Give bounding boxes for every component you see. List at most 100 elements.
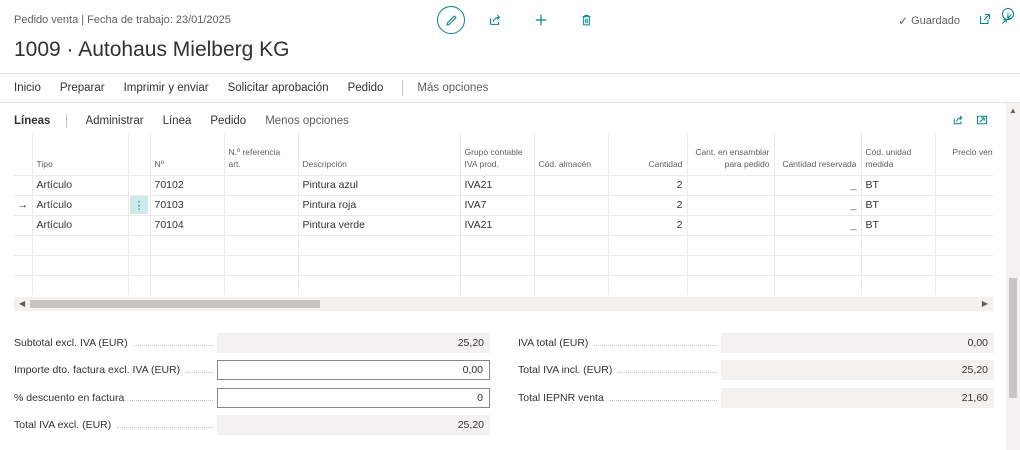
cell-precio[interactable]: 4,	[935, 174, 993, 195]
cell-ensamblar[interactable]	[687, 174, 775, 195]
lines-separator	[66, 114, 68, 128]
total-incl-value: 25,20	[721, 360, 994, 380]
cell-cantidad[interactable]: 2	[608, 194, 688, 215]
cell-no[interactable]: 70102	[150, 174, 225, 195]
subtotal-label: Subtotal excl. IVA (EUR)	[14, 333, 219, 353]
col-cantidad[interactable]: Cantidad	[608, 133, 688, 175]
col-no[interactable]: Nº	[150, 133, 225, 175]
col-select	[14, 133, 33, 175]
cell-ref[interactable]	[224, 174, 299, 195]
lines-action-administrar[interactable]: Administrar	[85, 115, 143, 127]
cell-tipo[interactable]: Artículo	[32, 174, 129, 195]
col-ref[interactable]: N.º referencia art.	[224, 133, 299, 175]
col-ensamblar[interactable]: Cant. en ensamblar para pedido	[687, 133, 775, 175]
cell-descripcion[interactable]: Pintura roja	[298, 194, 461, 215]
empty-row[interactable]	[14, 234, 993, 255]
less-options-button[interactable]: Menos opciones	[265, 115, 349, 127]
cell-ref[interactable]	[224, 214, 299, 235]
action-imprimir-enviar[interactable]: Imprimir y enviar	[124, 82, 209, 94]
open-new-window-icon[interactable]	[978, 12, 992, 26]
col-descripcion[interactable]: Descripción	[298, 133, 461, 175]
cell-precio[interactable]: 4,	[935, 194, 993, 215]
dto-input[interactable]: 0,00	[217, 360, 490, 380]
cell-cantidad[interactable]: 2	[608, 174, 688, 195]
empty-row[interactable]	[14, 274, 993, 295]
cell-menu	[128, 214, 151, 235]
action-preparar[interactable]: Preparar	[60, 82, 105, 94]
edit-button[interactable]	[437, 6, 465, 34]
lines-action-linea[interactable]: Línea	[163, 115, 192, 127]
col-reservada[interactable]: Cantidad reservada	[774, 133, 862, 175]
cell-no[interactable]: 70104	[150, 214, 225, 235]
cell-unidad[interactable]: BT	[861, 214, 936, 235]
iepnr-value: 21,60	[721, 388, 994, 408]
cell-almacen[interactable]	[534, 174, 609, 195]
total-excl-label: Total IVA excl. (EUR)	[14, 415, 219, 435]
lines-expand-icon[interactable]	[975, 113, 989, 127]
lines-action-pedido[interactable]: Pedido	[210, 115, 246, 127]
total-excl-value: 25,20	[217, 415, 490, 435]
cell-grupo-iva[interactable]: IVA7	[460, 194, 535, 215]
cell-cantidad[interactable]: 2	[608, 214, 688, 235]
action-bar: Inicio Preparar Imprimir y enviar Solici…	[0, 73, 1020, 103]
row-menu-icon[interactable]: ⋮	[130, 196, 148, 214]
add-icon[interactable]	[532, 11, 550, 29]
cell-reservada[interactable]: _	[774, 214, 862, 235]
saved-status: ✓ Guardado	[898, 14, 960, 28]
action-solicitar-aprobacion[interactable]: Solicitar aprobación	[228, 82, 329, 94]
breadcrumb: Pedido venta | Fecha de trabajo: 23/01/2…	[14, 14, 231, 26]
col-grupo-iva[interactable]: Grupo contable IVA prod.	[460, 133, 535, 175]
cell-almacen[interactable]	[534, 214, 609, 235]
action-inicio[interactable]: Inicio	[14, 82, 41, 94]
scroll-left-icon[interactable]: ◀	[19, 299, 25, 308]
dto-label: Importe dto. factura excl. IVA (EUR)	[14, 360, 219, 380]
vertical-scrollbar[interactable]: ▲	[1006, 103, 1020, 450]
cell-ensamblar[interactable]	[687, 214, 775, 235]
col-almacen[interactable]: Cód. almacén	[534, 133, 609, 175]
page-title: 1009 · Autohaus Mielberg KG	[14, 38, 290, 61]
horizontal-scrollbar[interactable]: ◀ ▶	[14, 297, 993, 311]
col-menu	[128, 133, 151, 175]
lines-share-icon[interactable]	[951, 113, 965, 127]
cell-tipo[interactable]: Artículo	[32, 214, 129, 235]
empty-row[interactable]	[14, 254, 993, 275]
row-selected-arrow-icon: →	[14, 194, 33, 215]
scroll-up-icon[interactable]: ▲	[1009, 106, 1017, 115]
cell-reservada[interactable]: _	[774, 194, 862, 215]
table-row[interactable]: → Artículo ⋮ 70103 Pintura roja IVA7 2 _…	[14, 194, 993, 215]
info-icon[interactable]: i	[1002, 8, 1014, 20]
pct-discount-input[interactable]: 0	[217, 388, 490, 408]
cell-no[interactable]: 70103	[150, 194, 225, 215]
more-options-button[interactable]: Más opciones	[417, 82, 488, 94]
cell-grupo-iva[interactable]: IVA21	[460, 214, 535, 235]
cell-menu[interactable]: ⋮	[128, 194, 151, 215]
col-precio[interactable]: Precio venta excl. IVA	[935, 133, 993, 175]
action-pedido[interactable]: Pedido	[348, 82, 384, 94]
cell-reservada[interactable]: _	[774, 174, 862, 195]
lines-title[interactable]: Líneas	[14, 115, 50, 127]
cell-descripcion[interactable]: Pintura verde	[298, 214, 461, 235]
cell-unidad[interactable]: BT	[861, 194, 936, 215]
cell-unidad[interactable]: BT	[861, 174, 936, 195]
cell-ensamblar[interactable]	[687, 194, 775, 215]
cell-ref[interactable]	[224, 194, 299, 215]
cell-grupo-iva[interactable]: IVA21	[460, 174, 535, 195]
cell-tipo[interactable]: Artículo	[32, 194, 129, 215]
vertical-scroll-thumb[interactable]	[1009, 278, 1017, 398]
pencil-icon	[445, 14, 457, 26]
iepnr-label: Total IEPNR venta	[518, 388, 723, 408]
row-indicator	[14, 214, 33, 235]
delete-icon[interactable]	[577, 11, 595, 29]
scroll-thumb[interactable]	[30, 300, 320, 308]
cell-almacen[interactable]	[534, 194, 609, 215]
cell-descripcion[interactable]: Pintura azul	[298, 174, 461, 195]
share-icon[interactable]	[486, 11, 504, 29]
scroll-right-icon[interactable]: ▶	[982, 299, 988, 308]
cell-precio[interactable]: 4,	[935, 214, 993, 235]
table-row[interactable]: Artículo 70102 Pintura azul IVA21 2 _ BT…	[14, 174, 993, 195]
table-row[interactable]: Artículo 70104 Pintura verde IVA21 2 _ B…	[14, 214, 993, 235]
col-unidad[interactable]: Cód. unidad medida	[861, 133, 936, 175]
col-tipo[interactable]: Tipo	[32, 133, 129, 175]
saved-label: Guardado	[911, 15, 960, 27]
action-separator	[402, 80, 404, 96]
